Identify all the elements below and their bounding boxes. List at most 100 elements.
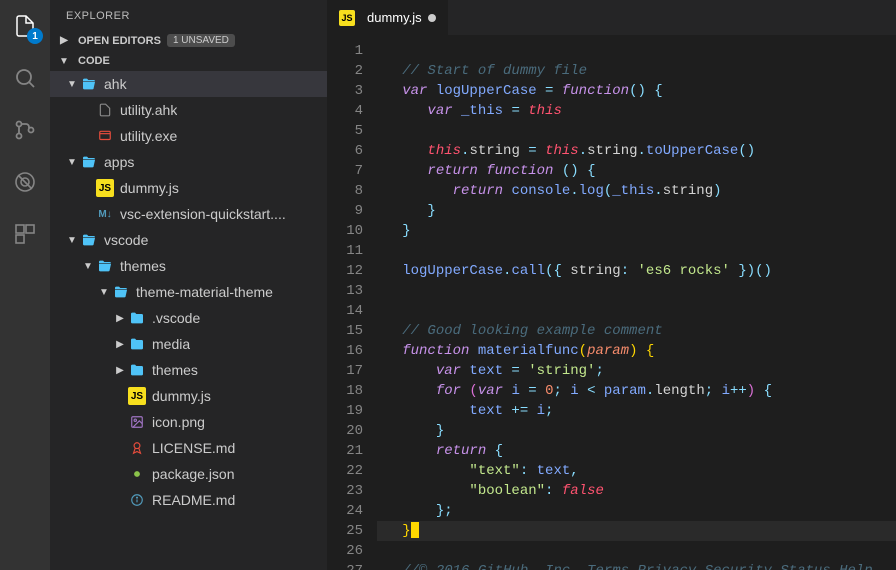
file-row-readme-md[interactable]: README.md <box>50 487 327 513</box>
code-line[interactable]: } <box>377 421 896 441</box>
json-icon <box>128 465 146 483</box>
code-line[interactable]: return function () { <box>377 161 896 181</box>
code-line[interactable]: this.string = this.string.toUpperCase() <box>377 141 896 161</box>
code-line[interactable]: } <box>377 201 896 221</box>
line-number: 5 <box>327 121 363 141</box>
code-line[interactable]: var _this = this <box>377 101 896 121</box>
file-tree[interactable]: ▼ahkutility.ahkutility.exe▼appsJSdummy.j… <box>50 71 327 570</box>
activity-extensions[interactable] <box>9 218 41 250</box>
section-open-editors[interactable]: ▶ OPEN EDITORS 1 UNSAVED <box>50 30 327 51</box>
code-line[interactable]: // Good looking example comment <box>377 321 896 341</box>
code-line[interactable]: }; <box>377 501 896 521</box>
folder-row-themes[interactable]: ▼ themes <box>50 253 327 279</box>
line-number: 11 <box>327 241 363 261</box>
tree-label: utility.ahk <box>120 102 177 118</box>
twisty-icon: ▼ <box>66 157 78 168</box>
file-row-utility-ahk[interactable]: utility.ahk <box>50 97 327 123</box>
code-line[interactable]: return { <box>377 441 896 461</box>
twisty-icon: ▶ <box>114 365 126 376</box>
folder-open-icon <box>80 75 98 93</box>
line-number: 20 <box>327 421 363 441</box>
folder-row-vscode[interactable]: ▼vscode <box>50 227 327 253</box>
chevron-right-icon: ▶ <box>58 35 70 46</box>
tree-label: README.md <box>152 492 235 508</box>
code-line[interactable] <box>377 41 896 61</box>
code-line[interactable]: // Start of dummy file <box>377 61 896 81</box>
git-icon <box>13 118 37 142</box>
tree-label: ahk <box>104 76 127 92</box>
twisty-icon: ▶ <box>114 339 126 350</box>
activity-debug[interactable] <box>9 166 41 198</box>
extensions-icon <box>13 222 37 246</box>
js-icon: JS <box>96 179 114 197</box>
file-row-package-json[interactable]: package.json <box>50 461 327 487</box>
open-editors-label: OPEN EDITORS <box>78 35 161 47</box>
tab-dummy-js[interactable]: JS dummy.js <box>327 0 448 35</box>
code-line[interactable]: var logUpperCase = function() { <box>377 81 896 101</box>
markdown-icon: M↓ <box>96 205 114 223</box>
code-line[interactable]: function materialfunc(param) { <box>377 341 896 361</box>
line-number: 4 <box>327 101 363 121</box>
tree-label: apps <box>104 154 134 170</box>
tree-label: dummy.js <box>120 180 179 196</box>
dirty-indicator-icon <box>428 14 436 22</box>
code-line[interactable] <box>377 121 896 141</box>
tree-label: icon.png <box>152 414 205 430</box>
line-number: 14 <box>327 301 363 321</box>
folder-row-theme-material-theme[interactable]: ▼theme-material-theme <box>50 279 327 305</box>
folder-open-icon <box>80 153 98 171</box>
code-line[interactable]: var text = 'string'; <box>377 361 896 381</box>
folder-row--vscode[interactable]: ▶.vscode <box>50 305 327 331</box>
code-line[interactable] <box>377 241 896 261</box>
code-line[interactable]: logUpperCase.call({ string: 'es6 rocks' … <box>377 261 896 281</box>
folder-open-icon <box>96 257 114 275</box>
code-line[interactable]: //© 2016 GitHub, Inc. Terms Privacy Secu… <box>377 561 896 570</box>
folder-open-icon <box>112 283 130 301</box>
twisty-icon: ▼ <box>82 261 94 272</box>
folder-icon <box>128 309 146 327</box>
folder-row-apps[interactable]: ▼ apps <box>50 149 327 175</box>
file-row-dummy-js[interactable]: JS dummy.js <box>50 175 327 201</box>
file-row-vsc-extension-quickstart-[interactable]: M↓vsc-extension-quickstart.... <box>50 201 327 227</box>
tab-label: dummy.js <box>367 10 422 25</box>
code-line[interactable] <box>377 541 896 561</box>
line-number: 8 <box>327 181 363 201</box>
code-line[interactable] <box>377 301 896 321</box>
activity-source-control[interactable] <box>9 114 41 146</box>
folder-row-media[interactable]: ▶media <box>50 331 327 357</box>
line-number: 9 <box>327 201 363 221</box>
file-row-license-md[interactable]: LICENSE.md <box>50 435 327 461</box>
code-line[interactable]: "text": text, <box>377 461 896 481</box>
image-icon <box>128 413 146 431</box>
js-icon: JS <box>339 10 355 26</box>
file-row-dummy-js[interactable]: JSdummy.js <box>50 383 327 409</box>
tree-label: vscode <box>104 232 148 248</box>
code-line[interactable]: for (var i = 0; i < param.length; i++) { <box>377 381 896 401</box>
activity-search[interactable] <box>9 62 41 94</box>
line-number: 22 <box>327 461 363 481</box>
folder-row-themes[interactable]: ▶themes <box>50 357 327 383</box>
line-number: 17 <box>327 361 363 381</box>
code-line[interactable]: return console.log(_this.string) <box>377 181 896 201</box>
code-line[interactable] <box>377 281 896 301</box>
code-line[interactable]: "boolean": false <box>377 481 896 501</box>
tree-label: utility.exe <box>120 128 177 144</box>
tree-label: themes <box>120 258 166 274</box>
code-line[interactable]: } <box>377 521 896 541</box>
line-number: 7 <box>327 161 363 181</box>
file-row-utility-exe[interactable]: utility.exe <box>50 123 327 149</box>
file-row-icon-png[interactable]: icon.png <box>50 409 327 435</box>
code-line[interactable]: text += i; <box>377 401 896 421</box>
folder-row-ahk[interactable]: ▼ahk <box>50 71 327 97</box>
code-line[interactable]: } <box>377 221 896 241</box>
activity-explorer[interactable]: 1 <box>9 10 41 42</box>
explorer-badge: 1 <box>27 28 43 44</box>
code-editor[interactable]: 1234567891011121314151617181920212223242… <box>327 35 896 570</box>
folder-open-icon <box>80 231 98 249</box>
line-number: 6 <box>327 141 363 161</box>
exe-icon <box>96 127 114 145</box>
code-content[interactable]: // Start of dummy file var logUpperCase … <box>377 35 896 570</box>
info-icon <box>128 491 146 509</box>
sidebar-title: EXPLORER <box>50 0 327 30</box>
section-code[interactable]: ▼ CODE <box>50 51 327 71</box>
